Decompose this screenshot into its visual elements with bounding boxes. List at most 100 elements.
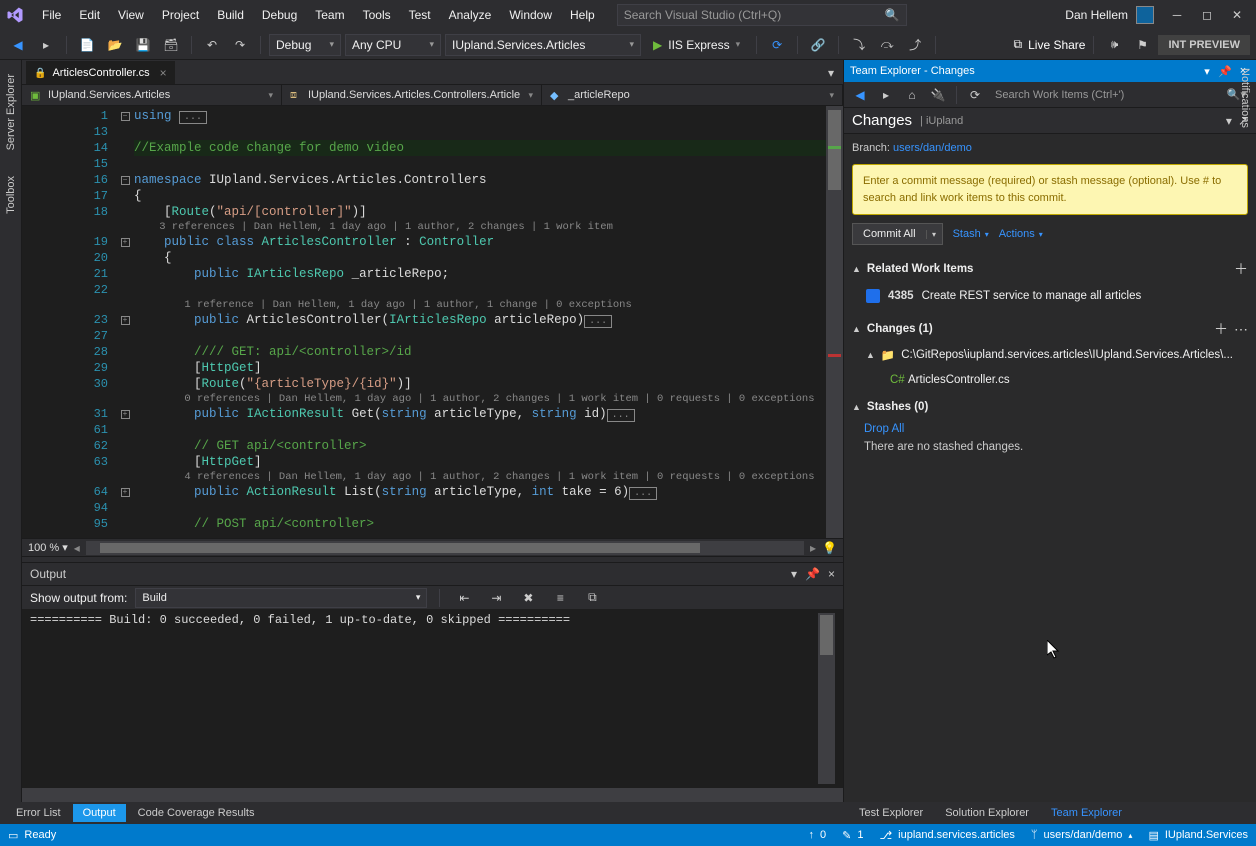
bottom-tab[interactable]: Output	[73, 804, 126, 822]
menu-debug[interactable]: Debug	[254, 4, 305, 26]
scroll-left-button[interactable]: ◂	[74, 541, 80, 555]
output-toggle-icon[interactable]: ⧉	[580, 587, 604, 609]
quick-launch-input[interactable]: Search Visual Studio (Ctrl+Q) 🔍	[617, 4, 907, 26]
output-source-combo[interactable]: Build▾	[135, 588, 427, 608]
menu-project[interactable]: Project	[154, 4, 207, 26]
changed-file-row[interactable]: C# ArticlesController.cs	[852, 371, 1248, 389]
user-account[interactable]: Dan Hellem	[1057, 6, 1162, 24]
status-repo[interactable]: ⎇iupland.services.articles	[879, 829, 1014, 842]
output-next-icon[interactable]: ⇥	[484, 587, 508, 609]
te-page-dropdown-icon[interactable]: ▾	[1226, 114, 1232, 128]
stage-all-button[interactable]: ＋	[1214, 319, 1228, 339]
right-bottom-tab[interactable]: Team Explorer	[1041, 804, 1132, 822]
menu-file[interactable]: File	[34, 4, 69, 26]
project-crumb[interactable]: ▣ IUpland.Services.Articles▾	[22, 85, 282, 105]
add-workitem-button[interactable]: ＋	[1234, 259, 1248, 279]
configuration-combo[interactable]: Debug▾	[269, 34, 341, 56]
platform-combo[interactable]: Any CPU▾	[345, 34, 441, 56]
bottom-tab[interactable]: Error List	[6, 804, 71, 822]
te-home-button[interactable]: ⌂	[900, 84, 924, 106]
status-pending[interactable]: ✎1	[842, 829, 863, 842]
te-pin-icon[interactable]: 📌	[1218, 64, 1232, 78]
drop-all-link[interactable]: Drop All	[864, 423, 904, 435]
notifications-icon[interactable]: ⚑	[1130, 34, 1154, 56]
te-dropdown-icon[interactable]: ▾	[1200, 64, 1214, 78]
actions-link[interactable]: Actions▾	[999, 228, 1043, 240]
editor-vertical-scrollbar[interactable]	[826, 106, 843, 538]
output-prev-icon[interactable]: ⇤	[452, 587, 476, 609]
te-back-button[interactable]: ◀	[848, 84, 872, 106]
stash-link[interactable]: Stash▾	[953, 228, 989, 240]
class-crumb[interactable]: ⧈ IUpland.Services.Articles.Controllers.…	[282, 85, 542, 105]
menu-build[interactable]: Build	[209, 4, 252, 26]
te-search-input[interactable]: Search Work Items (Ctrl+')🔍▾	[989, 84, 1252, 106]
editor-tab[interactable]: 🔒 ArticlesController.cs ×	[26, 61, 175, 84]
scroll-right-button[interactable]: ▸	[810, 541, 816, 555]
menu-analyze[interactable]: Analyze	[441, 4, 500, 26]
code-editor[interactable]: 1131415161718192021222327282930316162636…	[22, 106, 843, 538]
related-work-items-header[interactable]: ▲Related Work Items ＋	[852, 253, 1248, 279]
notifications-tab[interactable]: Notifications	[1237, 60, 1253, 136]
changes-header[interactable]: ▲Changes (1) ＋ ⋯	[852, 313, 1248, 339]
save-button[interactable]: 💾	[131, 34, 155, 56]
changes-more-icon[interactable]: ⋯	[1234, 321, 1248, 338]
output-close-icon[interactable]: ×	[828, 567, 835, 581]
menu-tools[interactable]: Tools	[355, 4, 399, 26]
output-wordwrap-icon[interactable]: ≡	[548, 587, 572, 609]
browser-link-button[interactable]: 🔗	[806, 34, 830, 56]
active-files-dropdown[interactable]: ▾	[819, 62, 843, 84]
status-project[interactable]: ▤IUpland.Services	[1148, 829, 1248, 842]
forward-button[interactable]: ▸	[34, 34, 58, 56]
open-button[interactable]: 📂	[103, 34, 127, 56]
member-crumb[interactable]: ◆ _articleRepo▾	[542, 85, 843, 105]
run-button[interactable]: ▶IIS Express▾	[645, 34, 748, 56]
menu-team[interactable]: Team	[307, 4, 352, 26]
refresh-button[interactable]: ⟳	[765, 34, 789, 56]
commit-message-input[interactable]: Enter a commit message (required) or sta…	[852, 164, 1248, 215]
work-item-row[interactable]: 4385 Create REST service to manage all a…	[852, 285, 1248, 307]
liveshare-button[interactable]: ⧉Live Share	[1014, 37, 1086, 52]
stashes-header[interactable]: ▲Stashes (0)	[852, 395, 1248, 413]
te-refresh-button[interactable]: ⟳	[963, 84, 987, 106]
output-text[interactable]: ========== Build: 0 succeeded, 0 failed,…	[30, 613, 818, 784]
menu-window[interactable]: Window	[501, 4, 560, 26]
output-vertical-scrollbar[interactable]	[818, 613, 835, 784]
status-unpushed[interactable]: ↑0	[808, 829, 826, 841]
te-connect-button[interactable]: 🔌	[926, 84, 950, 106]
changes-folder-row[interactable]: ▲ 📁 C:\GitRepos\iupland.services.article…	[852, 345, 1248, 365]
output-dropdown-icon[interactable]: ▾	[791, 567, 797, 581]
menu-edit[interactable]: Edit	[71, 4, 108, 26]
output-horizontal-scrollbar[interactable]	[22, 788, 843, 802]
output-pin-icon[interactable]: 📌	[805, 567, 820, 581]
feedback-button[interactable]: 🕪	[1102, 34, 1126, 56]
startup-project-combo[interactable]: IUpland.Services.Articles▾	[445, 34, 641, 56]
close-button[interactable]: ✕	[1222, 4, 1252, 26]
status-branch[interactable]: ᛘusers/dan/demo▴	[1031, 829, 1133, 841]
save-all-button[interactable]: 🗃	[159, 34, 183, 56]
bottom-tab[interactable]: Code Coverage Results	[128, 804, 265, 822]
editor-horizontal-scrollbar[interactable]	[86, 541, 804, 555]
fold-column[interactable]: −−++++	[116, 106, 134, 538]
right-bottom-tab[interactable]: Test Explorer	[849, 804, 933, 822]
output-clear-icon[interactable]: ✖	[516, 587, 540, 609]
branch-link[interactable]: users/dan/demo	[893, 142, 972, 154]
minimize-button[interactable]: ─	[1162, 4, 1192, 26]
tab-close-icon[interactable]: ×	[160, 66, 167, 80]
menu-help[interactable]: Help	[562, 4, 603, 26]
menu-view[interactable]: View	[110, 4, 152, 26]
maximize-button[interactable]: ◻	[1192, 4, 1222, 26]
commit-split-dropdown[interactable]: ▾	[926, 230, 942, 239]
zoom-combo[interactable]: 100 % ▾	[28, 541, 68, 554]
right-bottom-tab[interactable]: Solution Explorer	[935, 804, 1039, 822]
back-button[interactable]: ◀	[6, 34, 30, 56]
redo-button[interactable]: ↷	[228, 34, 252, 56]
te-forward-button[interactable]: ▸	[874, 84, 898, 106]
step-out-button[interactable]: ⤴	[903, 34, 927, 56]
commit-all-button[interactable]: Commit All▾	[852, 223, 943, 245]
step-into-button[interactable]: ⤵	[847, 34, 871, 56]
menu-test[interactable]: Test	[401, 4, 439, 26]
rail-tab[interactable]: Server Explorer	[3, 68, 19, 156]
undo-button[interactable]: ↶	[200, 34, 224, 56]
rail-tab[interactable]: Toolbox	[3, 170, 19, 220]
new-project-button[interactable]: 📄	[75, 34, 99, 56]
